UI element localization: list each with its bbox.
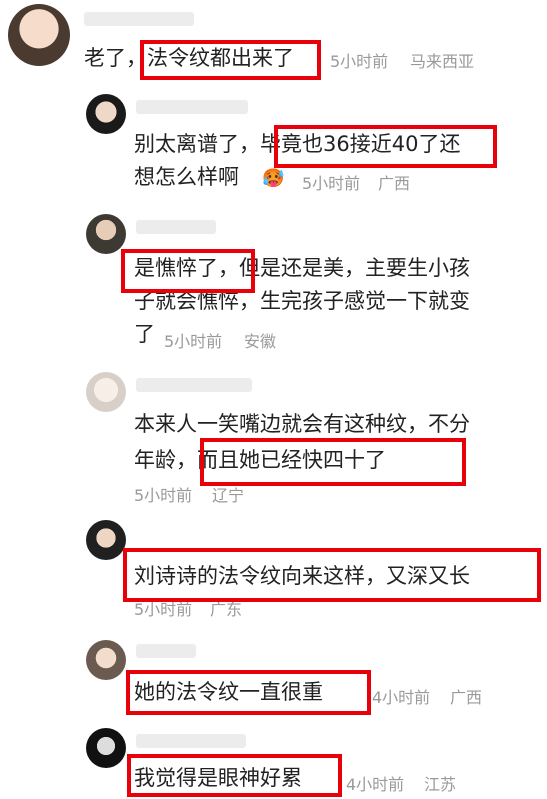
comment-text: 老了，法令纹都出来了 — [84, 46, 294, 70]
avatar[interactable] — [86, 214, 126, 254]
comment-location: 广西 — [450, 688, 483, 707]
avatar[interactable] — [8, 4, 70, 66]
comment-text-line: 年龄，而且她已经快四十了 — [134, 448, 386, 472]
comment-location: 安徽 — [244, 332, 277, 351]
comment-text-line: 想怎么样啊 — [134, 165, 239, 189]
avatar[interactable] — [86, 640, 126, 680]
comment-text: 她的法令纹一直很重 — [134, 680, 323, 704]
avatar[interactable] — [86, 94, 126, 134]
comment-time: 5小时前 — [164, 332, 223, 351]
comment-text-line: 了 — [134, 322, 155, 346]
sweating-face-emoji: 🥵 — [262, 168, 285, 189]
comment-time: 4小时前 — [346, 775, 405, 794]
username-blurred[interactable] — [136, 100, 248, 114]
avatar[interactable] — [86, 372, 126, 412]
comment-text: 我觉得是眼神好累 — [134, 766, 302, 790]
comment-text-line: 别太离谱了，毕竟也36接近40了还 — [134, 132, 461, 156]
username-blurred[interactable] — [84, 12, 194, 26]
comment-text-line: 子就会憔悴，生完孩子感觉一下就变 — [134, 289, 470, 313]
comment-text: 刘诗诗的法令纹向来这样，又深又长 — [134, 564, 470, 588]
comment-location: 江苏 — [424, 775, 457, 794]
comment-time: 4小时前 — [372, 688, 431, 707]
username-blurred[interactable] — [136, 378, 252, 392]
username-blurred[interactable] — [136, 734, 246, 748]
comment-location: 辽宁 — [212, 486, 245, 505]
avatar[interactable] — [86, 728, 126, 768]
comment-location: 广西 — [378, 174, 411, 193]
comment-text-line: 是憔悴了，但是还是美，主要生小孩 — [134, 256, 470, 280]
avatar[interactable] — [86, 520, 126, 560]
comment-time: 5小时前 — [134, 600, 193, 619]
comment-text-line: 本来人一笑嘴边就会有这种纹，不分 — [134, 412, 470, 436]
comment-time: 5小时前 — [330, 52, 389, 71]
comment-location: 广东 — [210, 600, 243, 619]
comment-location: 马来西亚 — [410, 52, 475, 71]
comment-time: 5小时前 — [134, 486, 193, 505]
username-blurred[interactable] — [136, 644, 196, 658]
comment-time: 5小时前 — [302, 174, 361, 193]
username-blurred[interactable] — [136, 220, 216, 234]
